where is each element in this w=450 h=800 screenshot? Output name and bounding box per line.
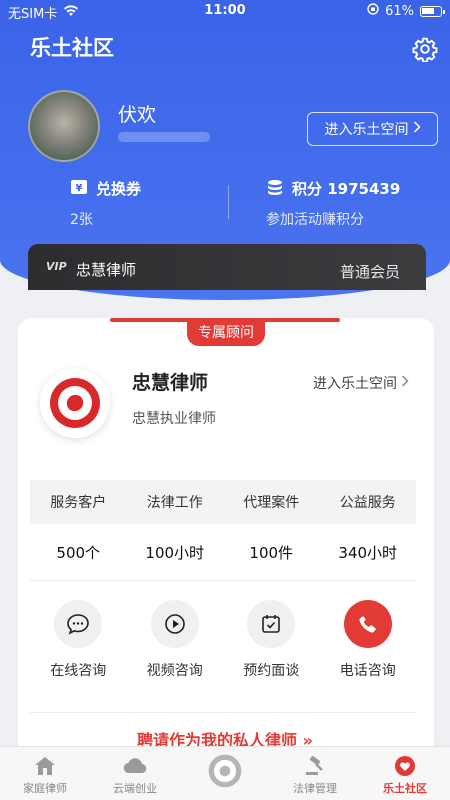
advisor-enter-space-label: 进入乐土空间: [313, 376, 397, 392]
action-label: 预约面谈: [243, 663, 300, 679]
service-value-cell: 100小时: [145, 543, 205, 562]
enter-space-label: 进入乐土空间: [324, 122, 409, 138]
vip-lawyer-name: 忠慧律师: [76, 261, 137, 279]
tab-label: 家庭律师: [23, 782, 67, 795]
voucher-stat[interactable]: ¥ 兑换券 2张: [70, 178, 141, 229]
advisor-enter-space-link[interactable]: 进入乐土空间: [313, 373, 409, 393]
user-avatar[interactable]: [28, 90, 100, 162]
advisor-name: 忠慧律师: [132, 372, 209, 394]
service-value-cell: 340小时: [338, 543, 398, 562]
service-table-header: 服务客户 法律工作 代理案件 公益服务: [30, 480, 416, 524]
service-header-cell: 代理案件: [243, 495, 300, 511]
tab-home-brand[interactable]: [180, 747, 270, 800]
service-header-cell: 服务客户: [50, 495, 107, 511]
battery-icon: [420, 5, 445, 17]
battery-percent: 61%: [385, 3, 414, 19]
service-header-cell: 法律工作: [146, 495, 203, 511]
vip-level: 普通会员: [339, 263, 400, 281]
vip-badge-icon: VIP: [46, 260, 67, 273]
service-value-cell: 100件: [249, 543, 294, 562]
community-heart-icon: [392, 754, 418, 778]
user-name: 伏欢: [118, 104, 157, 126]
points-label: 积分 1975439: [292, 180, 401, 198]
voucher-value: 2张: [70, 212, 93, 228]
coins-icon: [266, 179, 284, 199]
advisor-tag: 专属顾问: [187, 320, 265, 346]
voucher-label: 兑换券: [96, 180, 142, 198]
stats-divider: [228, 185, 229, 219]
enter-space-button[interactable]: 进入乐土空间: [307, 112, 438, 146]
consult-actions: 在线咨询 视频咨询 预约面谈 电话咨询: [30, 600, 416, 680]
service-value-cell: 500个: [56, 543, 101, 562]
gavel-icon: [302, 754, 328, 778]
chevron-right-icon: [401, 375, 409, 391]
vip-membership-bar[interactable]: VIP 忠慧律师 普通会员: [28, 244, 426, 290]
status-bar: 无SIM卡 11:00 61%: [0, 0, 450, 22]
tab-cloud-startup[interactable]: 云端创业: [90, 747, 180, 800]
brand-logo-icon: [50, 378, 100, 428]
tab-community[interactable]: 乐土社区: [360, 747, 450, 800]
bottom-tab-bar: 家庭律师 云端创业 法律管理 乐土社区: [0, 746, 450, 800]
tab-label: 乐土社区: [383, 782, 427, 795]
points-stat[interactable]: 积分 1975439 参加活动赚积分: [266, 178, 400, 229]
home-icon: [32, 754, 58, 778]
tab-family-lawyer[interactable]: 家庭律师: [0, 747, 90, 800]
appointment-button[interactable]: 预约面谈: [223, 600, 320, 680]
voucher-icon: ¥: [70, 179, 88, 199]
divider: [30, 712, 416, 713]
points-sub: 参加活动赚积分: [266, 212, 364, 228]
chevron-right-icon: [413, 121, 421, 137]
svg-text:¥: ¥: [76, 183, 83, 194]
divider: [30, 580, 416, 581]
action-label: 在线咨询: [50, 663, 107, 679]
user-subtitle-blurred: [118, 132, 210, 142]
phone-icon: [343, 600, 392, 648]
play-icon: [150, 600, 199, 648]
tab-legal-management[interactable]: 法律管理: [270, 747, 360, 800]
page-title: 乐土社区: [30, 36, 114, 60]
action-label: 视频咨询: [146, 663, 203, 679]
service-header-cell: 公益服务: [339, 495, 396, 511]
tab-label: 法律管理: [293, 782, 337, 795]
advisor-title: 忠慧执业律师: [132, 411, 216, 427]
service-table-values: 500个 100小时 100件 340小时: [30, 535, 416, 569]
brand-logo-icon: [207, 753, 243, 789]
orientation-lock-icon: [367, 3, 379, 19]
lawyer-logo[interactable]: [40, 368, 110, 438]
calendar-check-icon: [247, 600, 296, 648]
phone-consult-button[interactable]: 电话咨询: [320, 600, 417, 680]
cloud-icon: [122, 754, 148, 778]
tab-label: 云端创业: [113, 782, 157, 795]
action-label: 电话咨询: [339, 663, 396, 679]
online-consult-button[interactable]: 在线咨询: [30, 600, 127, 680]
chat-icon: [54, 600, 103, 648]
video-consult-button[interactable]: 视频咨询: [127, 600, 224, 680]
settings-gear-icon[interactable]: [412, 36, 438, 63]
